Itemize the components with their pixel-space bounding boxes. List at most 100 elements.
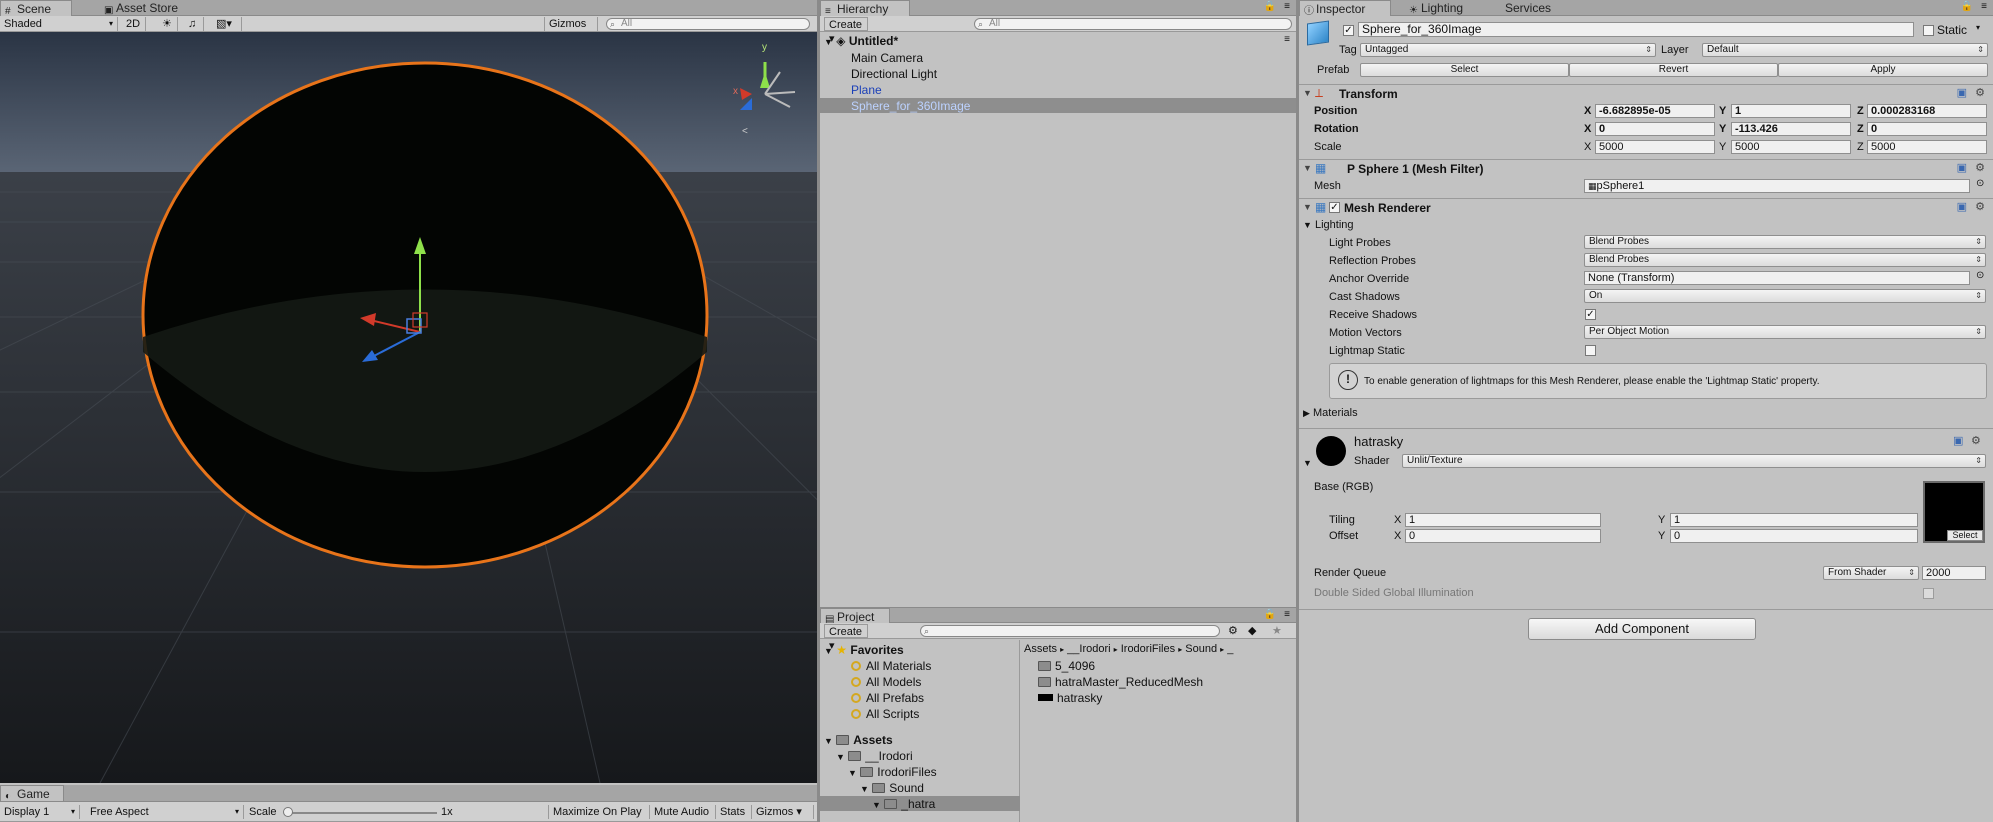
tab-services[interactable]: Services: [1489, 0, 1573, 16]
favorite-item[interactable]: All Models: [851, 674, 921, 690]
tiling-y-field[interactable]: 1: [1670, 513, 1918, 527]
rotation-z-field[interactable]: 0: [1867, 122, 1987, 136]
tab-lighting[interactable]: ☀ Lighting: [1405, 0, 1489, 16]
favorite-star-icon[interactable]: ★: [1272, 624, 1282, 637]
scene-viewport[interactable]: y x <: [0, 32, 817, 783]
menu-icon[interactable]: ≡: [1284, 1, 1290, 12]
hierarchy-item-main-camera[interactable]: Main Camera: [851, 50, 923, 66]
gizmos-dropdown[interactable]: Gizmos ▾: [544, 17, 598, 44]
static-dropdown-icon[interactable]: ▾: [1976, 23, 1980, 32]
tab-inspector[interactable]: ⓘ Inspector: [1299, 0, 1391, 17]
light-probes-dropdown[interactable]: Blend Probes ⇕: [1584, 235, 1986, 249]
toggle-2d-button[interactable]: 2D: [122, 17, 146, 31]
tree-folder[interactable]: ▼ __Irodori: [836, 748, 913, 765]
object-name-field[interactable]: Sphere_for_360Image: [1358, 22, 1914, 37]
lock-icon[interactable]: 🔒: [1264, 1, 1276, 12]
texture-select-button[interactable]: Select: [1947, 530, 1983, 541]
shader-dropdown[interactable]: Unlit/Texture ⇕: [1402, 454, 1986, 468]
lock-icon[interactable]: 🔒: [1264, 609, 1276, 620]
project-file-item[interactable]: 5_4096: [1038, 658, 1095, 674]
expand-triangle-icon[interactable]: ▼: [824, 646, 833, 656]
anchor-override-field[interactable]: None (Transform): [1584, 271, 1970, 285]
lighting-foldout[interactable]: ▼ Lighting: [1303, 217, 1354, 233]
scale-y-field[interactable]: 5000: [1731, 140, 1851, 154]
expand-triangle-icon[interactable]: ▼: [1303, 88, 1312, 98]
help-icon[interactable]: ▣: [1957, 161, 1967, 174]
render-queue-field[interactable]: 2000: [1922, 566, 1986, 580]
help-icon[interactable]: ▣: [1957, 200, 1967, 213]
layer-dropdown[interactable]: Default ⇕: [1702, 43, 1988, 57]
rotation-y-field[interactable]: -113.426: [1731, 122, 1851, 136]
static-checkbox[interactable]: [1923, 25, 1934, 36]
reflection-probes-dropdown[interactable]: Blend Probes ⇕: [1584, 253, 1986, 267]
position-z-field[interactable]: 0.000283168: [1867, 104, 1987, 118]
help-icon[interactable]: ▣: [1953, 434, 1963, 447]
mesh-renderer-enabled-checkbox[interactable]: ✓: [1329, 202, 1340, 213]
display-dropdown[interactable]: Display 1 ▾: [0, 805, 80, 819]
add-component-button[interactable]: Add Component: [1528, 618, 1756, 640]
rotation-x-field[interactable]: 0: [1595, 122, 1715, 136]
favorite-item[interactable]: All Materials: [851, 658, 931, 674]
prefab-apply-button[interactable]: Apply: [1778, 63, 1988, 77]
offset-x-field[interactable]: 0: [1405, 529, 1601, 543]
project-file-item[interactable]: hatrasky: [1038, 690, 1102, 706]
scale-slider-thumb[interactable]: [283, 807, 293, 817]
hierarchy-item-sphere[interactable]: Sphere_for_360Image: [851, 98, 970, 114]
hierarchy-item-directional-light[interactable]: Directional Light: [851, 66, 937, 82]
object-active-checkbox[interactable]: ✓: [1343, 25, 1354, 36]
position-x-field[interactable]: -6.682895e-05: [1595, 104, 1715, 118]
favorite-item[interactable]: All Prefabs: [851, 690, 924, 706]
project-create-dropdown[interactable]: Create ▾: [824, 624, 868, 652]
tree-folder[interactable]: ▼ Sound: [860, 780, 924, 797]
project-file-item[interactable]: hatraMaster_ReducedMesh: [1038, 674, 1203, 690]
gear-icon[interactable]: ⚙: [1975, 161, 1985, 174]
scene-menu-icon[interactable]: ≡: [1284, 34, 1290, 45]
favorites-header[interactable]: ▼ ★ Favorites: [824, 642, 904, 659]
prefab-revert-button[interactable]: Revert: [1569, 63, 1778, 77]
expand-triangle-icon[interactable]: ▼: [1303, 163, 1312, 173]
breadcrumb-item[interactable]: _: [1227, 643, 1233, 655]
hierarchy-item-plane[interactable]: Plane: [851, 82, 882, 98]
tab-asset-store[interactable]: ▣ Asset Store: [100, 0, 200, 16]
render-queue-dropdown[interactable]: From Shader ⇕: [1823, 566, 1919, 580]
tab-game[interactable]: ◐ Game: [0, 785, 64, 802]
cast-shadows-dropdown[interactable]: On ⇕: [1584, 289, 1986, 303]
gear-icon[interactable]: ⚙: [1971, 434, 1981, 447]
shading-mode-dropdown[interactable]: Shaded ▾: [0, 17, 118, 31]
expand-triangle-icon[interactable]: ▼: [1303, 458, 1312, 468]
tag-dropdown[interactable]: Untagged ⇕: [1360, 43, 1656, 57]
project-search-input[interactable]: ⌕: [920, 625, 1220, 637]
materials-foldout[interactable]: ▶ Materials: [1303, 405, 1358, 421]
expand-triangle-icon[interactable]: ▶: [1303, 408, 1310, 418]
scene-audio-toggle-icon[interactable]: ♫: [184, 17, 204, 31]
aspect-dropdown[interactable]: Free Aspect ▾: [86, 805, 244, 819]
tab-hierarchy[interactable]: ≡ Hierarchy: [820, 0, 910, 17]
expand-triangle-icon[interactable]: ▼: [1303, 202, 1312, 212]
favorite-item[interactable]: All Scripts: [851, 706, 919, 722]
scale-slider-track[interactable]: [287, 812, 437, 814]
expand-triangle-icon[interactable]: ▼: [1303, 220, 1312, 230]
hierarchy-search-input[interactable]: ⌕ All: [974, 18, 1292, 30]
help-icon[interactable]: ▣: [1957, 86, 1967, 99]
scene-search-input[interactable]: ⌕ All: [606, 18, 810, 30]
breadcrumb-item[interactable]: IrodoriFiles: [1121, 643, 1175, 655]
scene-effects-dropdown-icon[interactable]: ▧▾: [212, 17, 242, 31]
lightmap-static-checkbox[interactable]: [1585, 345, 1596, 356]
tree-folder[interactable]: ▼ IrodoriFiles: [848, 764, 937, 781]
scene-root-row[interactable]: ▼ ◈ Untitled*: [824, 33, 898, 50]
menu-icon[interactable]: ≡: [1284, 609, 1290, 620]
breadcrumb-item[interactable]: Sound: [1185, 643, 1217, 655]
menu-icon[interactable]: ≡: [1981, 1, 1987, 12]
filter-label-icon[interactable]: ◆: [1248, 624, 1256, 637]
expand-triangle-icon[interactable]: ▼: [848, 768, 857, 778]
motion-vectors-dropdown[interactable]: Per Object Motion ⇕: [1584, 325, 1986, 339]
object-picker-icon[interactable]: ⊙: [1976, 178, 1984, 189]
hierarchy-create-dropdown[interactable]: Create ▾: [824, 17, 868, 45]
mesh-renderer-header[interactable]: ▼ ▦ ✓ Mesh Renderer ▣ ⚙: [1299, 198, 1993, 216]
expand-triangle-icon[interactable]: ▼: [824, 37, 833, 47]
scene-lighting-toggle-icon[interactable]: ☀: [158, 17, 178, 31]
game-gizmos-dropdown[interactable]: Gizmos ▾: [752, 805, 814, 819]
expand-triangle-icon[interactable]: ▼: [860, 784, 869, 794]
expand-triangle-icon[interactable]: ▼: [824, 736, 833, 746]
mesh-field[interactable]: ▦pSphere1: [1584, 179, 1970, 193]
